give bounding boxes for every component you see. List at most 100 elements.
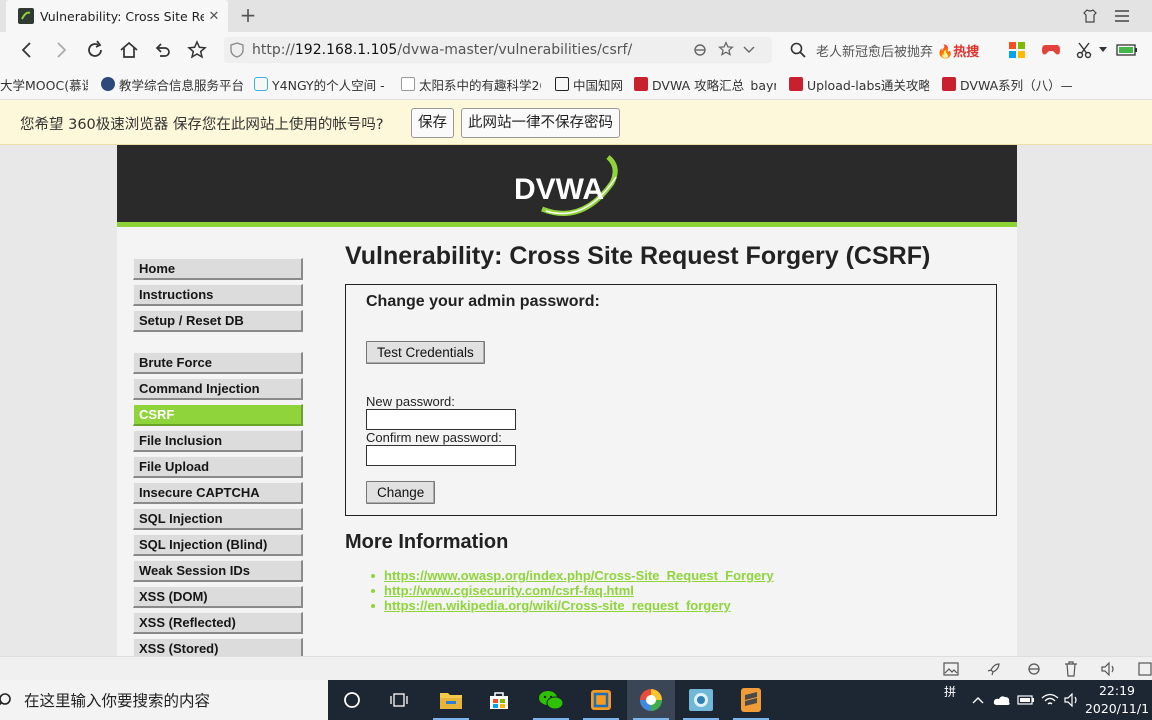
volume-icon[interactable] [1101,661,1117,677]
menu-item-weak-session-ids[interactable]: Weak Session IDs [133,560,303,582]
menu-item-insecure-captcha[interactable]: Insecure CAPTCHA [133,482,303,504]
menu-item-home[interactable]: Home [133,258,303,280]
search-box[interactable]: 老人新冠愈后被抛弃 🔥热搜 [790,37,994,63]
menu-item-instructions[interactable]: Instructions [133,284,303,306]
test-credentials-button[interactable]: Test Credentials [366,341,485,364]
menu-item-command-injection[interactable]: Command Injection [133,378,303,400]
window-icon[interactable] [1137,661,1152,677]
favorite-star-icon[interactable] [718,41,734,61]
rocket-icon[interactable] [986,661,1002,677]
menu-item-sql-injection[interactable]: SQL Injection [133,508,303,530]
cortana-icon[interactable] [328,680,376,720]
list-item: https://en.wikipedia.org/wiki/Cross-site… [369,598,774,613]
bookmark-item[interactable]: DVWA系列（八）— [942,76,1072,92]
tab-title: Vulnerability: Cross Site Re [40,8,204,24]
taskbar-clock[interactable]: 22:19 2020/11/1 [1082,682,1152,718]
ime-indicator[interactable]: 拼 [940,682,960,700]
save-password-bar: 您希望 360极速浏览器 保存您在此网站上使用的帐号吗? 保存 此网站一律不保存… [0,100,1152,145]
speaker-icon[interactable] [1062,690,1082,710]
menu-item-xss-stored[interactable]: XSS (Stored) [133,638,303,656]
battery-tray-icon[interactable] [1016,690,1036,710]
search-icon [0,692,12,712]
taskbar-search-placeholder: 在这里输入你要搜索的内容 [24,692,211,710]
bookmark-item[interactable]: 教学综合信息服务平台 [101,76,243,92]
owasp-link[interactable]: https://www.owasp.org/index.php/Cross-Si… [384,568,774,583]
dvwa-sidebar-menu: Home Instructions Setup / Reset DB Brute Fo… [133,258,303,656]
taskbar-search-box[interactable]: 在这里输入你要搜索的内容 [0,680,328,720]
menu-icon[interactable] [1110,6,1134,26]
ie-mode-icon[interactable] [1026,661,1042,677]
address-bar[interactable]: http://192.168.1.105/dvwa-master/vulnera… [224,37,772,63]
back-icon[interactable] [14,38,40,62]
bookmark-item[interactable]: 太阳系中的有趣科学20 [401,76,541,92]
ie-compat-icon[interactable] [692,42,708,62]
bookmark-label: DVWA系列（八）— [960,77,1072,93]
trash-icon[interactable] [1063,661,1079,677]
windows-taskbar: 在这里输入你要搜索的内容 拼 22:19 2020/11/1 [0,680,1152,720]
bookmark-star-icon[interactable] [184,38,210,62]
apps-grid-icon[interactable] [1004,38,1030,62]
new-password-input[interactable] [366,409,516,430]
shirt-skin-icon[interactable] [1078,6,1102,26]
menu-item-csrf[interactable]: CSRF [133,404,303,426]
browser-tab[interactable]: Vulnerability: Cross Site Re ✕ [6,0,228,32]
hot-search-badge: 🔥热搜 [937,44,980,60]
form-title: Change your admin password: [366,293,600,310]
wikipedia-link[interactable]: https://en.wikipedia.org/wiki/Cross-site… [384,598,731,613]
game-icon[interactable] [1038,38,1064,62]
new-password-label: New password: [366,394,455,409]
logo-text: DVWA [514,173,604,206]
menu-item-file-upload[interactable]: File Upload [133,456,303,478]
bilibili-tv-icon [254,77,268,91]
home-icon[interactable] [116,38,142,62]
confirm-password-input[interactable] [366,445,516,466]
bookmark-label: 太阳系中的有趣科学20 [419,77,541,93]
file-explorer-icon[interactable] [427,680,475,720]
task-view-icon[interactable] [376,680,424,720]
wechat-icon[interactable] [527,680,575,720]
bookmark-item[interactable]: DVWA 攻略汇总_bayn [634,76,776,92]
csdn-logo-icon [789,77,803,91]
bookmark-item[interactable]: 中国知网 [555,76,625,92]
security-shield-icon[interactable] [230,42,244,62]
menu-item-brute-force[interactable]: Brute Force [133,352,303,374]
store-icon[interactable] [475,680,523,720]
battery-icon[interactable] [1114,38,1140,62]
forward-icon[interactable] [48,38,74,62]
bookmark-label: Y4NGY的个人空间 - [272,77,385,93]
vm-desktop-icon[interactable] [677,680,725,720]
image-icon[interactable] [943,661,959,677]
scissors-dropdown-icon[interactable] [1096,38,1110,62]
bookmark-item[interactable]: 大学MOOC(慕课) [0,76,88,93]
menu-item-file-inclusion[interactable]: File Inclusion [133,430,303,452]
scissors-icon[interactable] [1072,38,1098,62]
onedrive-icon[interactable] [992,690,1012,710]
menu-item-sql-injection-blind[interactable]: SQL Injection (Blind) [133,534,303,556]
browser-360-icon[interactable] [627,680,675,720]
tray-chevron-icon[interactable] [968,690,988,710]
menu-spacer [133,336,303,352]
menu-item-setup-reset-db[interactable]: Setup / Reset DB [133,310,303,332]
confirm-password-label: Confirm new password: [366,430,502,445]
new-tab-button[interactable]: + [238,4,258,26]
save-password-button[interactable]: 保存 [411,108,454,138]
change-button[interactable]: Change [366,481,436,504]
bookmarks-bar: 大学MOOC(慕课) 教学综合信息服务平台 Y4NGY的个人空间 - 太阳系中的… [0,68,1152,100]
bookmark-item[interactable]: Y4NGY的个人空间 - [254,76,390,92]
tab-close-icon[interactable]: ✕ [204,9,224,24]
vmware-icon[interactable] [577,680,625,720]
menu-item-xss-dom[interactable]: XSS (DOM) [133,586,303,608]
list-item: https://www.owasp.org/index.php/Cross-Si… [369,568,774,583]
bookmark-label: 大学MOOC(慕课) [0,77,88,93]
undo-close-icon[interactable] [150,38,176,62]
menu-item-xss-reflected[interactable]: XSS (Reflected) [133,612,303,634]
search-icon [790,42,806,58]
url-dropdown-icon[interactable] [742,42,756,60]
cgisecurity-link[interactable]: http://www.cgisecurity.com/csrf-faq.html [384,583,634,598]
reload-icon[interactable] [82,38,108,62]
never-save-password-button[interactable]: 此网站一律不保存密码 [461,108,620,138]
wifi-icon[interactable] [1040,690,1060,710]
sublime-text-icon[interactable] [727,680,775,720]
cnki-logo-icon [555,77,569,91]
bookmark-item[interactable]: Upload-labs通关攻略 [789,76,929,92]
